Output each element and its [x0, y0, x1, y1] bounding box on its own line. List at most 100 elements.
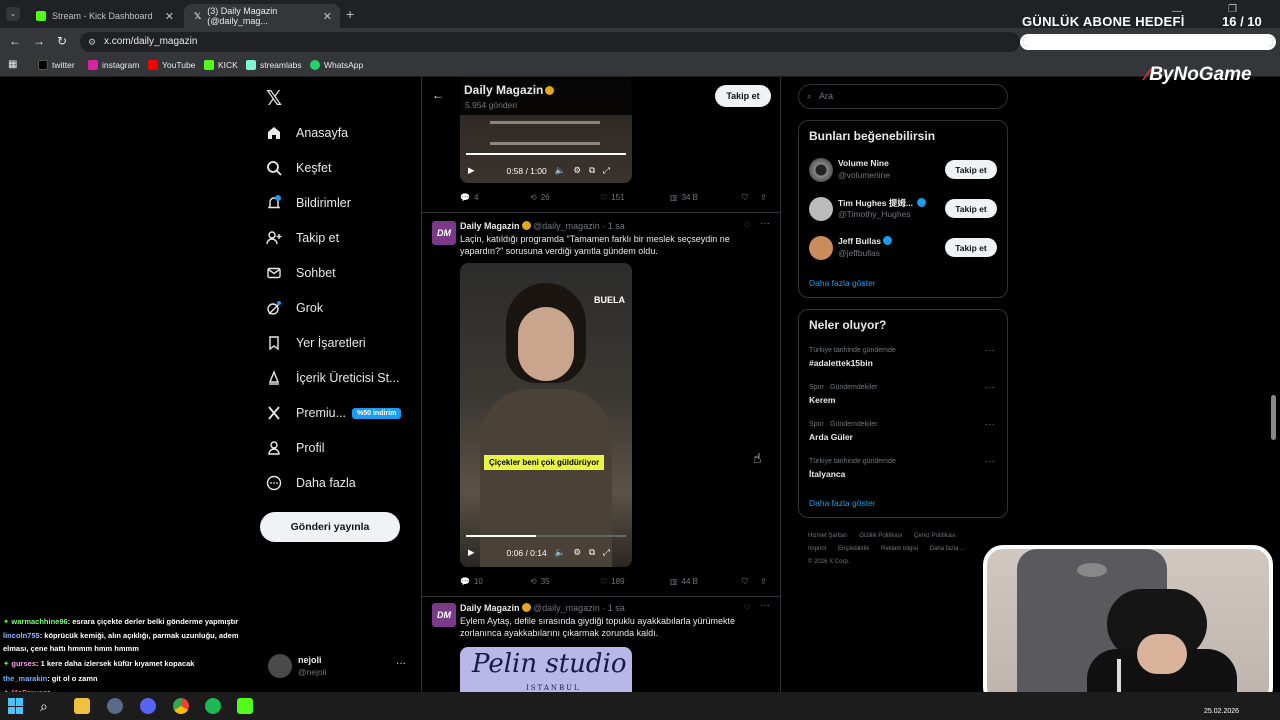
- fullscreen-icon[interactable]: ⤢: [603, 547, 610, 558]
- apps-grid-icon[interactable]: ▦: [8, 59, 17, 70]
- back-arrow-icon[interactable]: ←: [432, 88, 444, 102]
- views-button[interactable]: ▥ 44 B: [670, 577, 698, 586]
- page-scrollbar[interactable]: [1271, 395, 1276, 440]
- tweet-2[interactable]: DM Daily Magazin @daily_magazin · 1 sa ◌…: [422, 213, 780, 596]
- more-icon[interactable]: ···: [760, 600, 770, 611]
- nav-profile[interactable]: Profil: [266, 440, 324, 456]
- more-icon[interactable]: ···: [985, 382, 995, 393]
- nav-grok[interactable]: Grok: [266, 300, 323, 316]
- nav-creator-studio[interactable]: İçerik Üreticisi St...: [266, 370, 400, 386]
- author-name[interactable]: Daily Magazin: [460, 603, 520, 613]
- grok-icon[interactable]: ◌: [744, 219, 750, 230]
- share-button[interactable]: ⇪: [760, 193, 767, 202]
- more-icon[interactable]: ···: [396, 658, 406, 669]
- reply-button[interactable]: 💬 10: [460, 577, 483, 586]
- more-icon[interactable]: ···: [985, 419, 995, 430]
- follow-button[interactable]: Takip et: [715, 85, 771, 107]
- volume-icon[interactable]: 🔈: [555, 547, 566, 558]
- volume-icon[interactable]: 🔈: [555, 165, 566, 176]
- trend-item[interactable]: Spor · Gündemdekiler Kerem ···: [799, 382, 1007, 412]
- x-home-logo[interactable]: 𝕏: [266, 86, 282, 111]
- trend-item[interactable]: Türkiye tarihinde gündemde İtalyanca ···: [799, 456, 1007, 486]
- like-button[interactable]: ♡ 151: [600, 193, 625, 202]
- video-progress[interactable]: [466, 153, 626, 155]
- bookmark-whatsapp[interactable]: WhatsApp: [310, 60, 363, 70]
- nav-explore[interactable]: Keşfet: [266, 160, 331, 176]
- share-button[interactable]: ⇪: [760, 577, 767, 586]
- show-more-link[interactable]: Daha fazla göster: [809, 278, 876, 288]
- nav-premium[interactable]: Premiu... %50 indirim: [266, 405, 402, 421]
- bookmark-youtube[interactable]: YouTube: [148, 60, 195, 70]
- kick-app-icon[interactable]: [237, 698, 253, 714]
- bookmark-button[interactable]: ⛉: [742, 577, 748, 587]
- search-input[interactable]: ⌕ Ara: [798, 84, 1008, 109]
- tweet-time[interactable]: · 1 sa: [602, 603, 625, 613]
- trend-item[interactable]: Spor · Gündemdekiler Arda Güler ···: [799, 419, 1007, 449]
- suggestion-row[interactable]: Jeff Bullas @jeffbullas Takip et: [799, 233, 1007, 265]
- reload-icon[interactable]: ↻: [57, 34, 67, 48]
- like-button[interactable]: ♡ 189: [600, 577, 625, 586]
- close-tab-icon[interactable]: ✕: [165, 10, 174, 23]
- bookmark-instagram[interactable]: instagram: [88, 60, 139, 70]
- nav-notifications[interactable]: Bildirimler: [266, 195, 351, 211]
- suggestion-row[interactable]: Volume Nine @volumenine Takip et: [799, 155, 1007, 187]
- nav-bookmarks[interactable]: Yer İşaretleri: [266, 335, 366, 351]
- nav-home[interactable]: Anasayfa: [266, 125, 348, 141]
- back-icon[interactable]: ←: [9, 34, 21, 48]
- file-explorer-icon[interactable]: [74, 698, 90, 714]
- tweet-3[interactable]: DM Daily Magazin @daily_magazin · 1 sa ◌…: [422, 597, 780, 692]
- footer-link[interactable]: Erişilebilirlik: [838, 546, 869, 552]
- footer-link[interactable]: Daha fazla ...: [930, 546, 965, 552]
- author-handle[interactable]: @daily_magazin: [533, 603, 600, 613]
- close-tab-icon[interactable]: ✕: [323, 10, 332, 23]
- footer-link[interactable]: Reklam bilgisi: [881, 546, 918, 552]
- footer-link[interactable]: Çerez Politikası: [914, 533, 956, 539]
- url-field[interactable]: ⚙ x.com/daily_magazin: [80, 32, 1020, 52]
- fullscreen-icon[interactable]: ⤢: [603, 165, 610, 176]
- settings-icon[interactable]: ⚙: [573, 165, 581, 176]
- tweet-time[interactable]: · 1 sa: [602, 221, 625, 231]
- tweet-image[interactable]: Pelin studio ISTANBUL: [460, 647, 632, 692]
- author-name[interactable]: Daily Magazin: [460, 221, 520, 231]
- bookmark-kick[interactable]: KICK: [204, 60, 238, 70]
- play-icon[interactable]: ▶: [468, 165, 475, 176]
- bookmark-streamlabs[interactable]: streamlabs: [246, 60, 302, 70]
- grok-icon[interactable]: ◌: [744, 601, 750, 612]
- show-more-link[interactable]: Daha fazla göster: [809, 498, 876, 508]
- repost-button[interactable]: ⟲ 26: [530, 193, 550, 202]
- nav-follow[interactable]: Takip et: [266, 230, 339, 246]
- new-tab-button[interactable]: +: [346, 6, 354, 22]
- site-info-icon[interactable]: ⚙: [88, 32, 96, 52]
- follow-button[interactable]: Takip et: [945, 160, 997, 179]
- footer-link[interactable]: Gizlilik Politikası: [859, 533, 902, 539]
- pip-icon[interactable]: ⧉: [589, 547, 595, 558]
- author-handle[interactable]: @daily_magazin: [533, 221, 600, 231]
- follow-button[interactable]: Takip et: [945, 199, 997, 218]
- more-icon[interactable]: ···: [985, 345, 995, 356]
- suggestion-row[interactable]: Tim Hughes 提姆... @Timothy_Hughes Takip e…: [799, 194, 1007, 226]
- footer-link[interactable]: Imprint: [808, 546, 826, 552]
- pip-icon[interactable]: ⧉: [589, 165, 595, 176]
- footer-link[interactable]: Hizmet Şartları: [808, 533, 848, 539]
- more-icon[interactable]: ···: [985, 456, 995, 467]
- account-switcher[interactable]: nejoli @nejoli ···: [266, 652, 411, 682]
- spotify-icon[interactable]: [205, 698, 221, 714]
- follow-button[interactable]: Takip et: [945, 238, 997, 257]
- views-button[interactable]: ▥ 34 B: [670, 193, 698, 202]
- settings-icon[interactable]: ⚙: [573, 547, 581, 558]
- tweet-video[interactable]: BUELA Çiçekler beni çok güldürüyor ▶ 0:0…: [460, 263, 632, 567]
- chrome-icon[interactable]: [173, 698, 189, 714]
- discord-icon[interactable]: [140, 698, 156, 714]
- nav-more[interactable]: Daha fazla: [266, 475, 356, 491]
- nav-messages[interactable]: Sohbet: [266, 265, 336, 281]
- more-icon[interactable]: ···: [760, 218, 770, 229]
- windows-start-icon[interactable]: [8, 698, 24, 714]
- avatar[interactable]: DM: [432, 221, 456, 245]
- search-icon[interactable]: ⌕: [40, 698, 56, 714]
- post-button[interactable]: Gönderi yayınla: [260, 512, 400, 542]
- forward-icon[interactable]: →: [33, 34, 45, 48]
- app-icon[interactable]: [107, 698, 123, 714]
- video-progress[interactable]: [466, 535, 626, 537]
- bookmark-twitter[interactable]: twitter: [38, 60, 75, 70]
- avatar[interactable]: DM: [432, 603, 456, 627]
